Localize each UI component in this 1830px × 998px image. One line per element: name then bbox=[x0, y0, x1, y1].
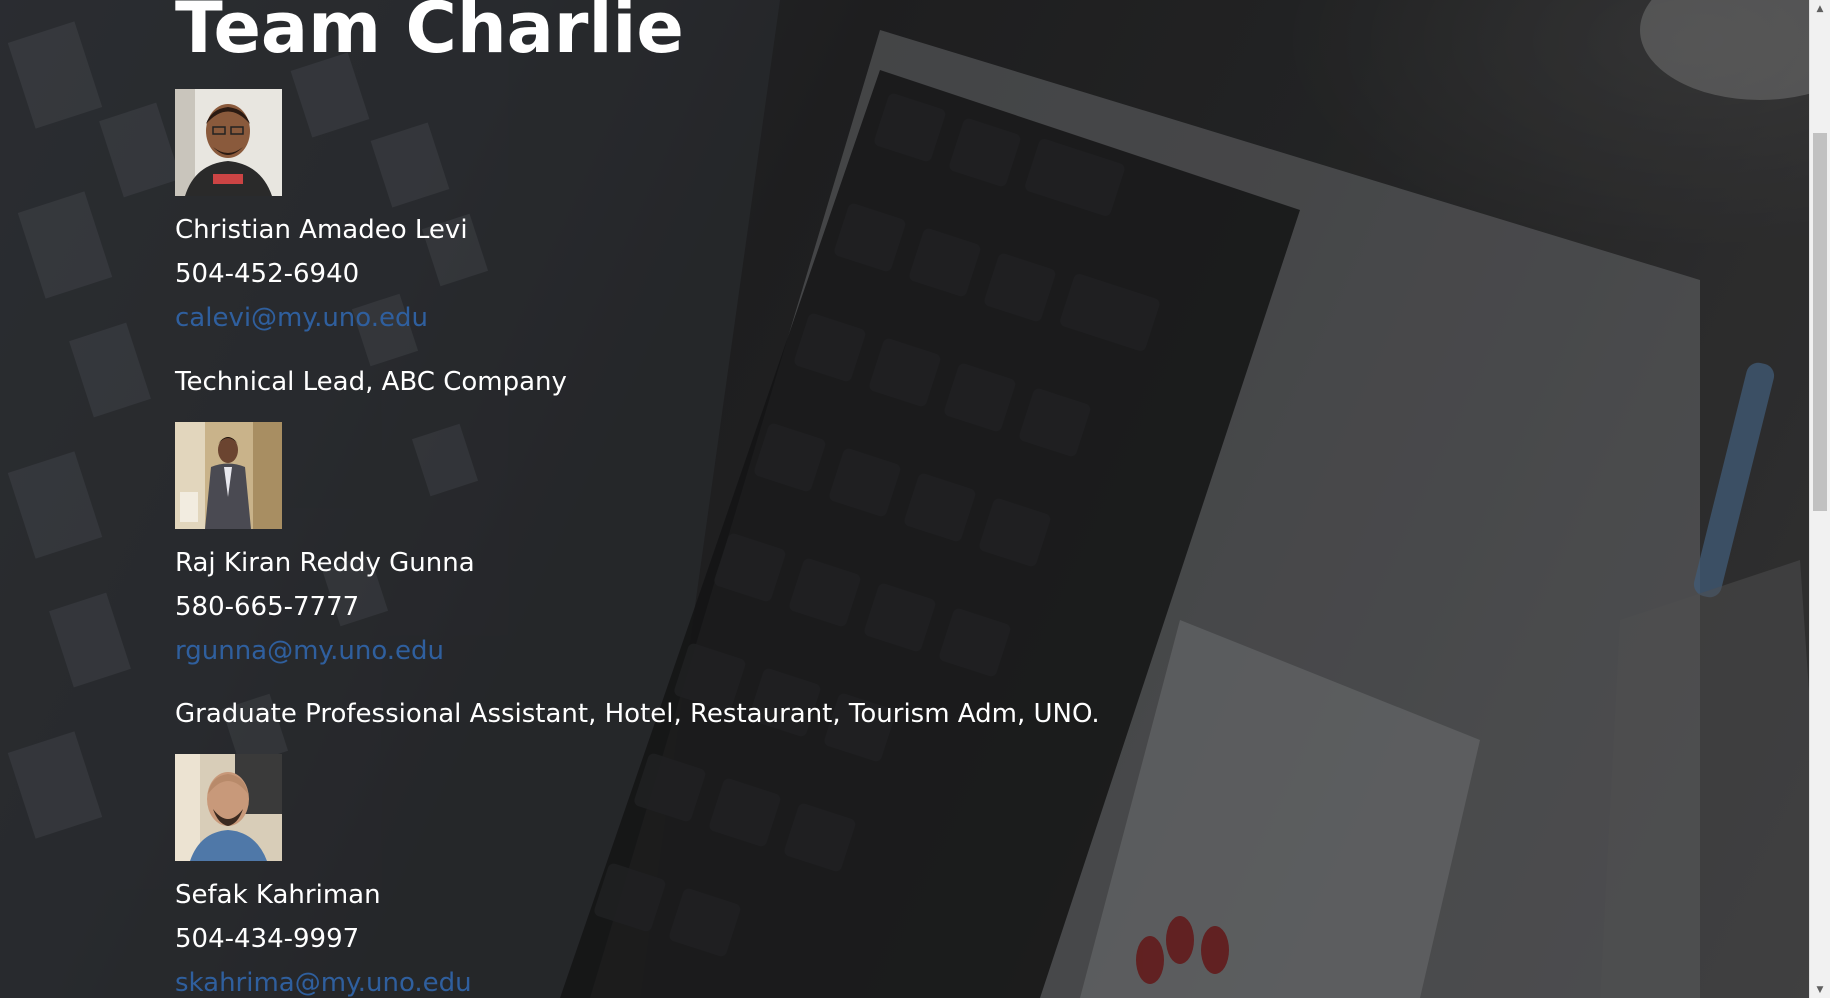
person-photo bbox=[175, 422, 282, 529]
member-phone: 504-434-9997 bbox=[175, 924, 360, 954]
team-member-card: Sefak Kahriman 504-434-9997 skahrima@my.… bbox=[175, 754, 472, 998]
page: Team Charlie Christian Amadeo Levi 504-4… bbox=[0, 0, 1830, 998]
page-scrollbar[interactable]: ▲ ▼ bbox=[1809, 0, 1830, 998]
member-role: Technical Lead, ABC Company bbox=[175, 367, 567, 397]
team-member-card: Christian Amadeo Levi 504-452-6940 calev… bbox=[175, 89, 468, 340]
person-photo bbox=[175, 89, 282, 196]
member-phone: 504-452-6940 bbox=[175, 259, 360, 289]
triangle-up-icon[interactable]: ▲ bbox=[1810, 0, 1830, 17]
team-member-card: Raj Kiran Reddy Gunna 580-665-7777 rgunn… bbox=[175, 422, 475, 673]
member-name: Raj Kiran Reddy Gunna bbox=[175, 548, 475, 578]
member-name: Sefak Kahriman bbox=[175, 880, 381, 910]
member-phone: 580-665-7777 bbox=[175, 592, 360, 622]
scrollbar-thumb[interactable] bbox=[1813, 133, 1827, 511]
person-photo bbox=[175, 754, 282, 861]
page-title: Team Charlie bbox=[175, 0, 684, 69]
member-name: Christian Amadeo Levi bbox=[175, 215, 468, 245]
member-email-link[interactable]: rgunna@my.uno.edu bbox=[175, 629, 475, 673]
member-role: Graduate Professional Assistant, Hotel, … bbox=[175, 699, 1100, 729]
member-email-link[interactable]: skahrima@my.uno.edu bbox=[175, 961, 472, 998]
triangle-down-icon[interactable]: ▼ bbox=[1810, 981, 1830, 998]
member-email-link[interactable]: calevi@my.uno.edu bbox=[175, 296, 468, 340]
